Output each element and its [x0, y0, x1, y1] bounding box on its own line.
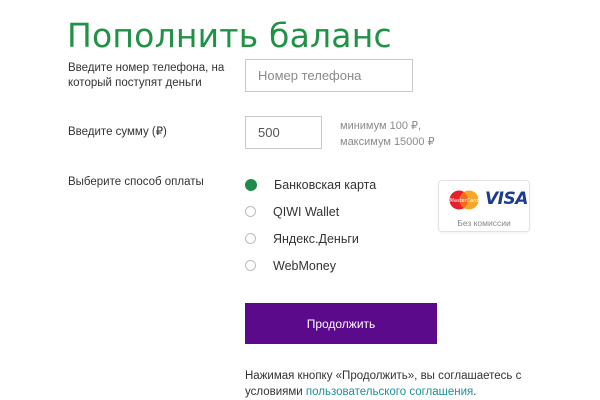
- agreement-text: Нажимая кнопку «Продолжить», вы соглашае…: [245, 368, 545, 400]
- amount-label: Введите сумму (₽): [68, 126, 167, 138]
- phone-input[interactable]: [245, 59, 413, 92]
- payment-option-label: QIWI Wallet: [273, 204, 340, 219]
- mastercard-icon: MasterCard: [449, 190, 480, 210]
- radio-checked-icon[interactable]: [245, 178, 257, 191]
- payment-option-qiwi[interactable]: QIWI Wallet: [245, 198, 376, 225]
- amount-max-text: максимум 15000 ₽: [340, 136, 435, 148]
- payment-option-label: WebMoney: [273, 258, 336, 273]
- continue-button[interactable]: Продолжить: [245, 303, 437, 344]
- amount-min-text: минимум 100 ₽,: [340, 120, 422, 132]
- visa-icon: VISA: [485, 189, 528, 209]
- payment-option-webmoney[interactable]: WebMoney: [245, 252, 376, 279]
- mastercard-text: MasterCard: [450, 198, 480, 204]
- card-payment-badge: MasterCard VISA Без комиссии: [438, 180, 530, 232]
- payment-option-bank-card[interactable]: Банковская карта: [245, 171, 376, 198]
- payment-method-label: Выберите способ оплаты: [68, 176, 204, 188]
- amount-limits: минимум 100 ₽, максимум 15000 ₽: [340, 118, 435, 150]
- payment-option-label: Яндекс.Деньги: [273, 231, 359, 246]
- phone-label: Введите номер телефона, на который посту…: [68, 62, 225, 89]
- radio-unchecked-icon[interactable]: [245, 233, 256, 244]
- user-agreement-link[interactable]: пользовательского соглашения: [306, 386, 473, 398]
- radio-unchecked-icon[interactable]: [245, 206, 256, 217]
- payment-method-list: Банковская карта QIWI Wallet Яндекс.День…: [245, 171, 376, 279]
- payment-option-yandex[interactable]: Яндекс.Деньги: [245, 225, 376, 252]
- no-fee-note: Без комиссии: [457, 218, 511, 228]
- payment-option-label: Банковская карта: [274, 177, 377, 192]
- radio-unchecked-icon[interactable]: [245, 260, 256, 271]
- amount-input[interactable]: [245, 116, 322, 149]
- page-title: Пополнить баланс: [67, 16, 392, 56]
- agreement-end: .: [473, 386, 477, 398]
